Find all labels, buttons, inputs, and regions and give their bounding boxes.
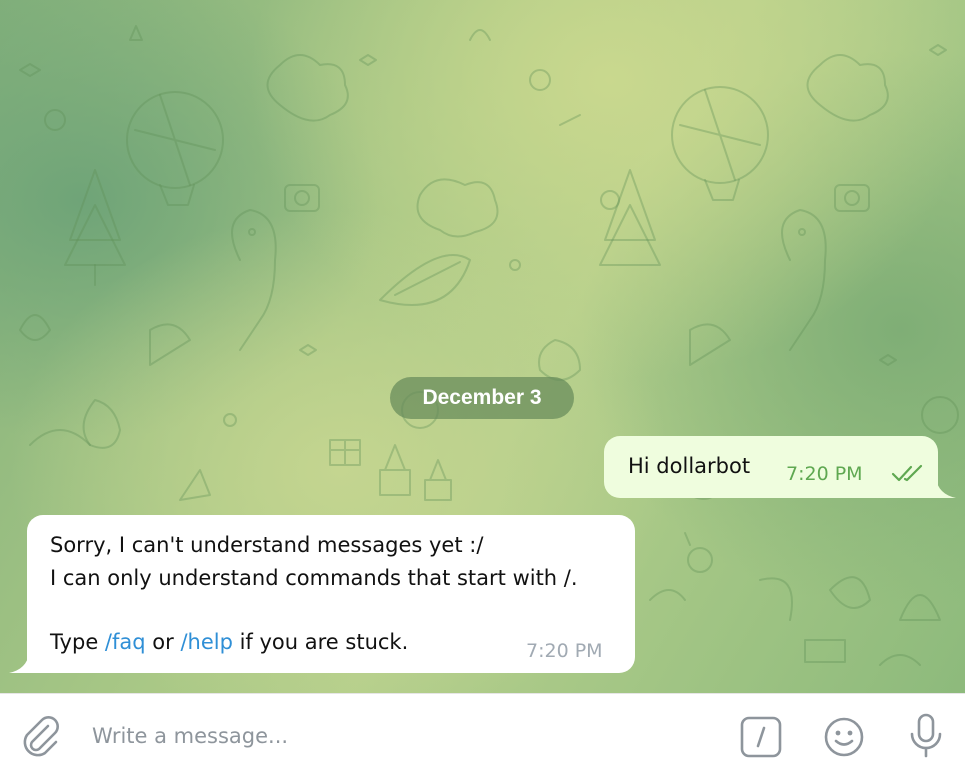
message-text-line: Sorry, I can't understand messages yet :… <box>50 533 484 557</box>
message-time: 7:20 PM <box>786 463 863 485</box>
double-check-icon <box>891 464 923 482</box>
text-segment: Type <box>50 630 105 654</box>
chat-area[interactable]: December 3 Hi dollarbot 7:20 PM Sorry, I… <box>0 0 965 693</box>
bubble-tail <box>936 478 956 498</box>
microphone-icon[interactable] <box>906 712 946 760</box>
outgoing-message-bubble[interactable]: Hi dollarbot 7:20 PM <box>604 436 956 498</box>
smiley-icon[interactable] <box>823 716 865 758</box>
message-text: Hi dollarbot <box>628 454 751 478</box>
incoming-message-bubble[interactable]: Sorry, I can't understand messages yet :… <box>9 515 635 673</box>
text-segment: if you are stuck. <box>232 630 409 654</box>
message-time: 7:20 PM <box>526 640 603 662</box>
message-composer <box>0 693 965 780</box>
message-text-line: I can only understand commands that star… <box>50 566 578 590</box>
bubble-tail <box>9 653 29 673</box>
date-separator: December 3 <box>390 377 574 419</box>
paperclip-icon[interactable] <box>18 714 62 758</box>
faq-command-link[interactable]: /faq <box>105 630 146 654</box>
message-input[interactable] <box>92 716 692 756</box>
slash-command-icon[interactable] <box>740 716 782 758</box>
help-command-link[interactable]: /help <box>180 630 232 654</box>
text-segment: or <box>145 630 181 654</box>
message-text-line: Type /faq or /help if you are stuck. <box>50 630 408 654</box>
